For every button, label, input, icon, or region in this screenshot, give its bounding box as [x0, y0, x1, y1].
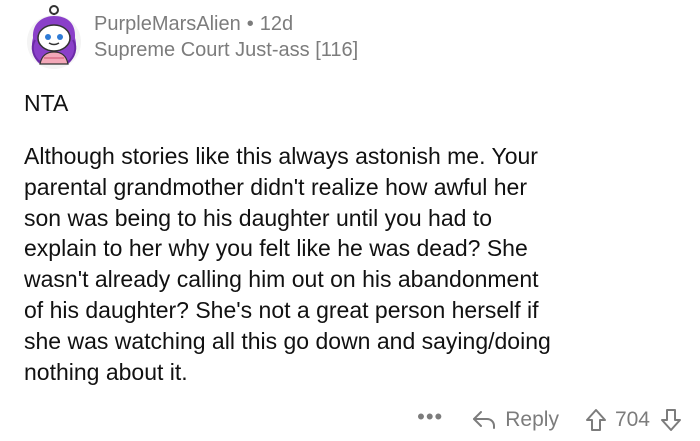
comment-line: wasn't already calling him out on his ab…: [24, 266, 539, 293]
comment-age: 12d: [259, 13, 294, 35]
reply-button[interactable]: Reply: [471, 408, 559, 432]
separator-dot: •: [246, 13, 254, 35]
reply-label: Reply: [505, 408, 559, 431]
comment-actions: ••• Reply 704: [417, 402, 682, 438]
upvote-arrow-icon[interactable]: [585, 408, 607, 432]
user-avatar-icon[interactable]: [24, 4, 84, 70]
comment-line: son was being to his daughter until you …: [24, 204, 492, 231]
comment-body: Although stories like this always astoni…: [24, 141, 674, 387]
more-options-icon[interactable]: •••: [417, 406, 443, 433]
comment-line: explain to her why you felt like he was …: [24, 235, 528, 262]
vote-controls: 704: [585, 408, 682, 432]
comment-meta: PurpleMarsAlien • 12d Supreme Court Just…: [94, 11, 358, 63]
comment-verdict: NTA: [24, 90, 69, 116]
username-link[interactable]: PurpleMarsAlien: [94, 11, 241, 37]
comment-card: PurpleMarsAlien • 12d Supreme Court Just…: [0, 0, 700, 441]
comment-line: she was watching all this go down and sa…: [24, 327, 551, 354]
comment-line: of his daughter? She's not a great perso…: [24, 296, 539, 323]
author-line: PurpleMarsAlien • 12d: [94, 11, 358, 37]
reply-arrow-icon: [473, 411, 496, 429]
downvote-arrow-icon[interactable]: [660, 408, 682, 432]
user-flair: Supreme Court Just-ass [116]: [94, 39, 359, 61]
comment-line: nothing about it.: [24, 358, 188, 385]
comment-line: parental grandmother didn't realize how …: [24, 173, 528, 200]
comment-line: Although stories like this always astoni…: [24, 143, 538, 169]
vote-count: 704: [614, 408, 650, 431]
comment-header: PurpleMarsAlien • 12d Supreme Court Just…: [24, 4, 358, 70]
